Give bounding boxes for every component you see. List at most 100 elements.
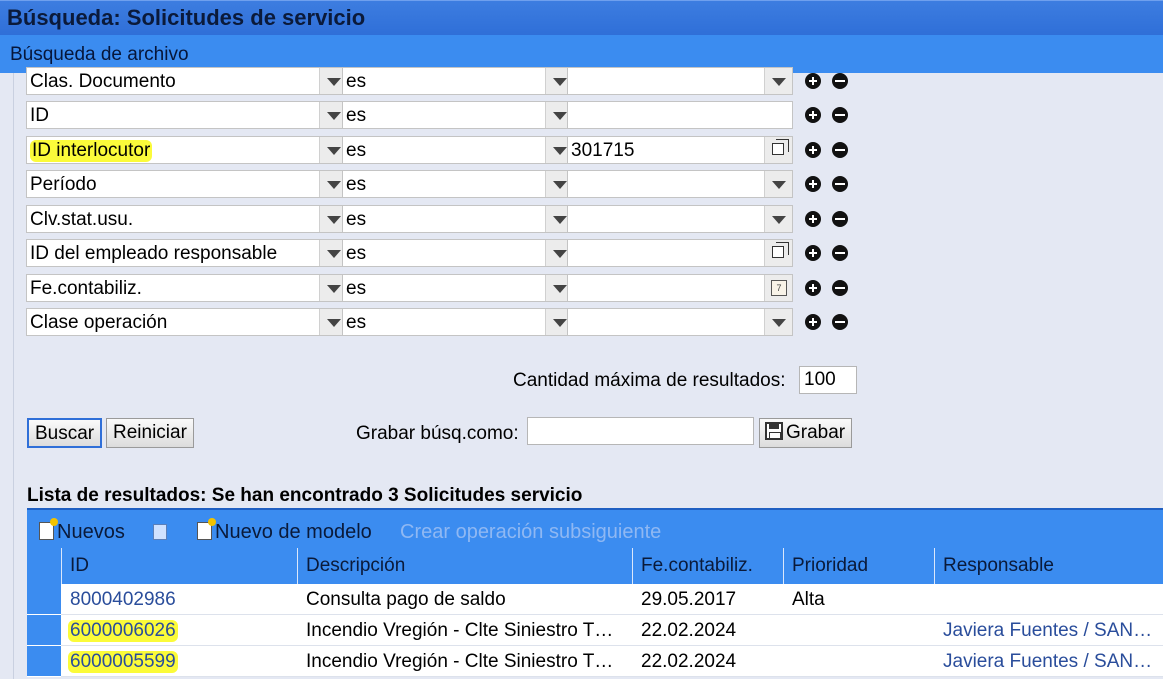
column-header-id[interactable]: ID — [61, 548, 297, 584]
remove-criteria-icon[interactable] — [832, 73, 848, 89]
row-description: Incendio Vregión - Clte Siniestro T… — [306, 651, 614, 672]
lookup-icon — [772, 242, 789, 258]
row-responsible-link[interactable]: Javiera Fuentes / SAN… — [943, 651, 1159, 673]
remove-criteria-icon[interactable] — [832, 107, 848, 123]
row-responsible-link[interactable]: Javiera Fuentes / SAN… — [943, 620, 1159, 642]
lookup-button[interactable] — [764, 240, 792, 266]
remove-criteria-icon[interactable] — [832, 142, 848, 158]
operator-select[interactable]: es — [342, 205, 574, 233]
results-title: Lista de resultados: Se han encontrado 3… — [27, 485, 583, 506]
field-select-value: Clv.stat.usu. — [30, 209, 134, 230]
remove-criteria-icon[interactable] — [832, 245, 848, 261]
value-select[interactable] — [567, 308, 793, 336]
row-priority: Alta — [792, 589, 825, 610]
value-select[interactable] — [567, 205, 793, 233]
window-title: Búsqueda: Solicitudes de servicio — [7, 5, 366, 30]
operator-select-value: es — [346, 278, 367, 299]
new-button[interactable]: Nuevos — [39, 518, 125, 544]
field-select[interactable]: Fe.contabiliz. — [26, 274, 348, 302]
field-select-value: Clase operación — [30, 312, 168, 333]
operator-select[interactable]: es — [342, 136, 574, 164]
chevron-down-icon[interactable] — [764, 68, 792, 94]
field-select-value: Período — [30, 174, 97, 195]
reset-button[interactable]: Reiniciar — [106, 418, 194, 448]
field-select[interactable]: ID del empleado responsable — [26, 239, 348, 267]
row-selector[interactable] — [27, 584, 61, 615]
field-select-value: ID del empleado responsable — [30, 243, 278, 264]
save-search-input[interactable] — [527, 417, 754, 445]
table-row[interactable]: 8000402986 Consulta pago de saldo 29.05.… — [27, 584, 1163, 615]
value-input[interactable] — [567, 239, 793, 267]
field-select[interactable]: Período — [26, 170, 348, 198]
chevron-down-icon[interactable] — [764, 171, 792, 197]
operator-select[interactable]: es — [342, 308, 574, 336]
remove-criteria-icon[interactable] — [832, 176, 848, 192]
column-header-responsible[interactable]: Responsable — [934, 548, 1163, 584]
row-selector[interactable] — [27, 646, 61, 677]
new-button-label: Nuevos — [57, 521, 125, 543]
new-document-icon — [39, 518, 58, 540]
field-select[interactable]: ID interlocutor — [26, 136, 348, 164]
value-input[interactable]: 7 — [567, 274, 793, 302]
column-header-description[interactable]: Descripción — [297, 548, 632, 584]
remove-criteria-icon[interactable] — [832, 280, 848, 296]
field-select[interactable]: Clv.stat.usu. — [26, 205, 348, 233]
value-input[interactable] — [567, 101, 793, 129]
results-toolbar: Nuevos Nuevo de modelo Crear operación s… — [27, 508, 1163, 548]
save-icon — [765, 422, 783, 440]
row-date: 22.02.2024 — [641, 620, 737, 641]
value-input[interactable]: 301715 — [567, 136, 793, 164]
add-criteria-icon[interactable] — [805, 211, 821, 227]
row-description: Consulta pago de saldo — [306, 589, 506, 610]
operator-select[interactable]: es — [342, 67, 574, 95]
operator-select-value: es — [346, 71, 367, 92]
row-id-link[interactable]: 8000402986 — [70, 589, 176, 611]
operator-select-value: es — [346, 105, 367, 126]
operator-select[interactable]: es — [342, 274, 574, 302]
save-button[interactable]: Grabar — [759, 418, 853, 448]
add-criteria-icon[interactable] — [805, 176, 821, 192]
operator-select-value: es — [346, 243, 367, 264]
copy-button[interactable] — [153, 521, 167, 544]
add-criteria-icon[interactable] — [805, 314, 821, 330]
lookup-icon — [772, 139, 789, 155]
row-selector[interactable] — [27, 615, 61, 646]
field-select-value: ID interlocutor — [30, 140, 153, 162]
chevron-down-icon[interactable] — [764, 309, 792, 335]
add-criteria-icon[interactable] — [805, 73, 821, 89]
search-button[interactable]: Buscar — [27, 418, 103, 448]
operator-select-value: es — [346, 312, 367, 333]
create-follow-up-button[interactable]: Crear operación subsiguiente — [400, 521, 661, 544]
column-header-date[interactable]: Fe.contabiliz. — [632, 548, 783, 584]
new-from-template-button[interactable]: Nuevo de modelo — [197, 518, 372, 544]
save-button-label: Grabar — [786, 422, 846, 443]
max-results-input[interactable]: 100 — [799, 366, 857, 394]
field-select[interactable]: ID — [26, 101, 348, 129]
operator-select[interactable]: es — [342, 170, 574, 198]
operator-select[interactable]: es — [342, 101, 574, 129]
table-row[interactable]: 6000005599 Incendio Vregión - Clte Sinie… — [27, 646, 1163, 677]
chevron-down-icon[interactable] — [764, 206, 792, 232]
value-select[interactable] — [567, 170, 793, 198]
add-criteria-icon[interactable] — [805, 107, 821, 123]
add-criteria-icon[interactable] — [805, 142, 821, 158]
value-select[interactable] — [567, 67, 793, 95]
window-title-bar: Búsqueda: Solicitudes de servicio — [0, 0, 1163, 35]
remove-criteria-icon[interactable] — [832, 314, 848, 330]
remove-criteria-icon[interactable] — [832, 211, 848, 227]
new-document-icon — [197, 518, 216, 540]
lookup-button[interactable] — [764, 137, 792, 163]
field-select-value: ID — [30, 105, 49, 126]
column-header-priority[interactable]: Prioridad — [783, 548, 934, 584]
add-criteria-icon[interactable] — [805, 245, 821, 261]
row-id-link[interactable]: 6000005599 — [68, 651, 178, 673]
date-picker-button[interactable]: 7 — [764, 275, 792, 301]
field-select[interactable]: Clase operación — [26, 308, 348, 336]
table-row[interactable]: 6000006026 Incendio Vregión - Clte Sinie… — [27, 615, 1163, 646]
field-select[interactable]: Clas. Documento — [26, 67, 348, 95]
add-criteria-icon[interactable] — [805, 280, 821, 296]
field-select-value: Fe.contabiliz. — [30, 278, 142, 299]
operator-select[interactable]: es — [342, 239, 574, 267]
field-select-value: Clas. Documento — [30, 71, 176, 92]
row-id-link[interactable]: 6000006026 — [68, 620, 178, 642]
